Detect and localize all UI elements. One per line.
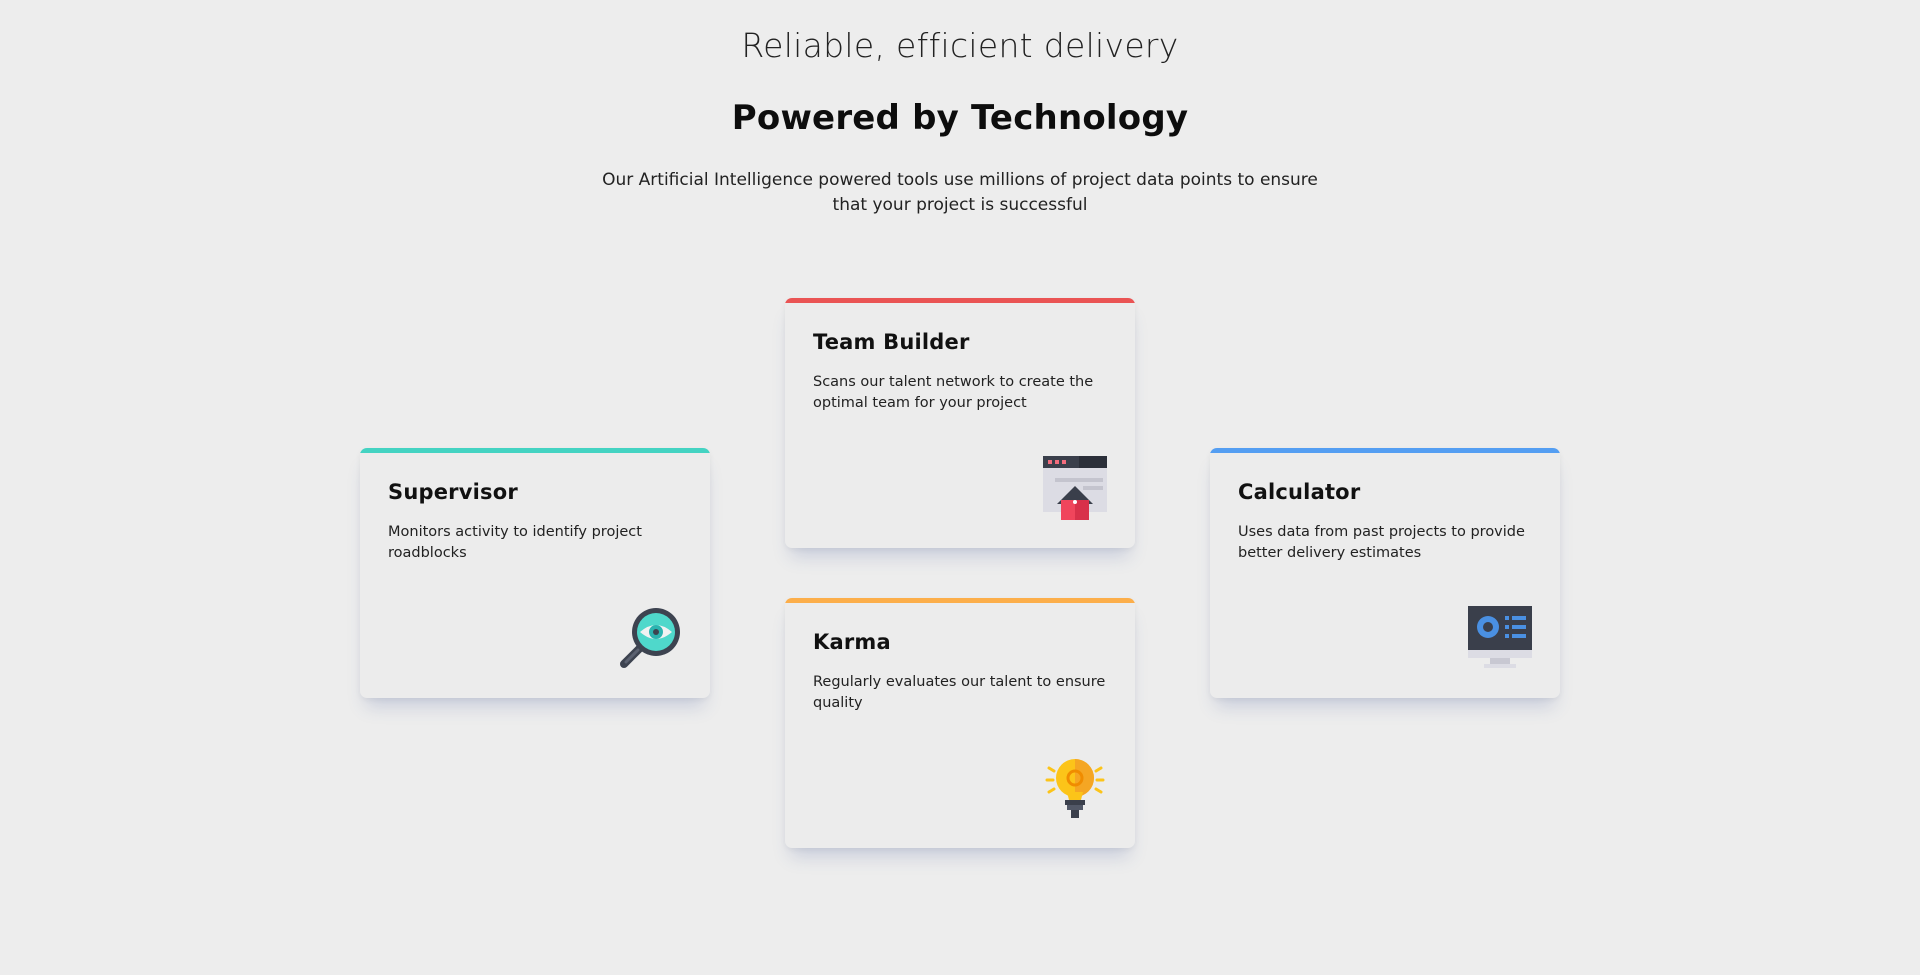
card-title: Calculator <box>1238 480 1361 504</box>
monitor-chart-icon <box>1468 606 1532 668</box>
card-description: Monitors activity to identify project ro… <box>388 524 642 561</box>
card-calculator: Calculator Uses data from past projects … <box>1210 448 1560 698</box>
card-karma: Karma Regularly evaluates our talent to … <box>785 598 1135 848</box>
section-intro: Our Artificial Intelligence powered tool… <box>602 170 1318 215</box>
section-headline: Powered by Technology <box>731 98 1189 138</box>
card-supervisor: Supervisor Monitors activity to identify… <box>360 448 710 698</box>
magnifier-eye-icon <box>620 608 680 668</box>
card-description: Scans our talent network to create the o… <box>813 374 1094 411</box>
card-description: Regularly evaluates our talent to ensure… <box>813 674 1106 711</box>
card-title: Team Builder <box>813 330 970 354</box>
card-title: Supervisor <box>388 480 518 504</box>
card-team-builder: Team Builder Scans our talent network to… <box>785 298 1135 548</box>
team-builder-house-icon <box>1043 456 1107 520</box>
card-title: Karma <box>813 630 891 654</box>
section-subtitle: Reliable, efficient delivery <box>741 26 1179 65</box>
lightbulb-icon <box>1045 759 1105 818</box>
card-description: Uses data from past projects to provide … <box>1238 524 1525 561</box>
